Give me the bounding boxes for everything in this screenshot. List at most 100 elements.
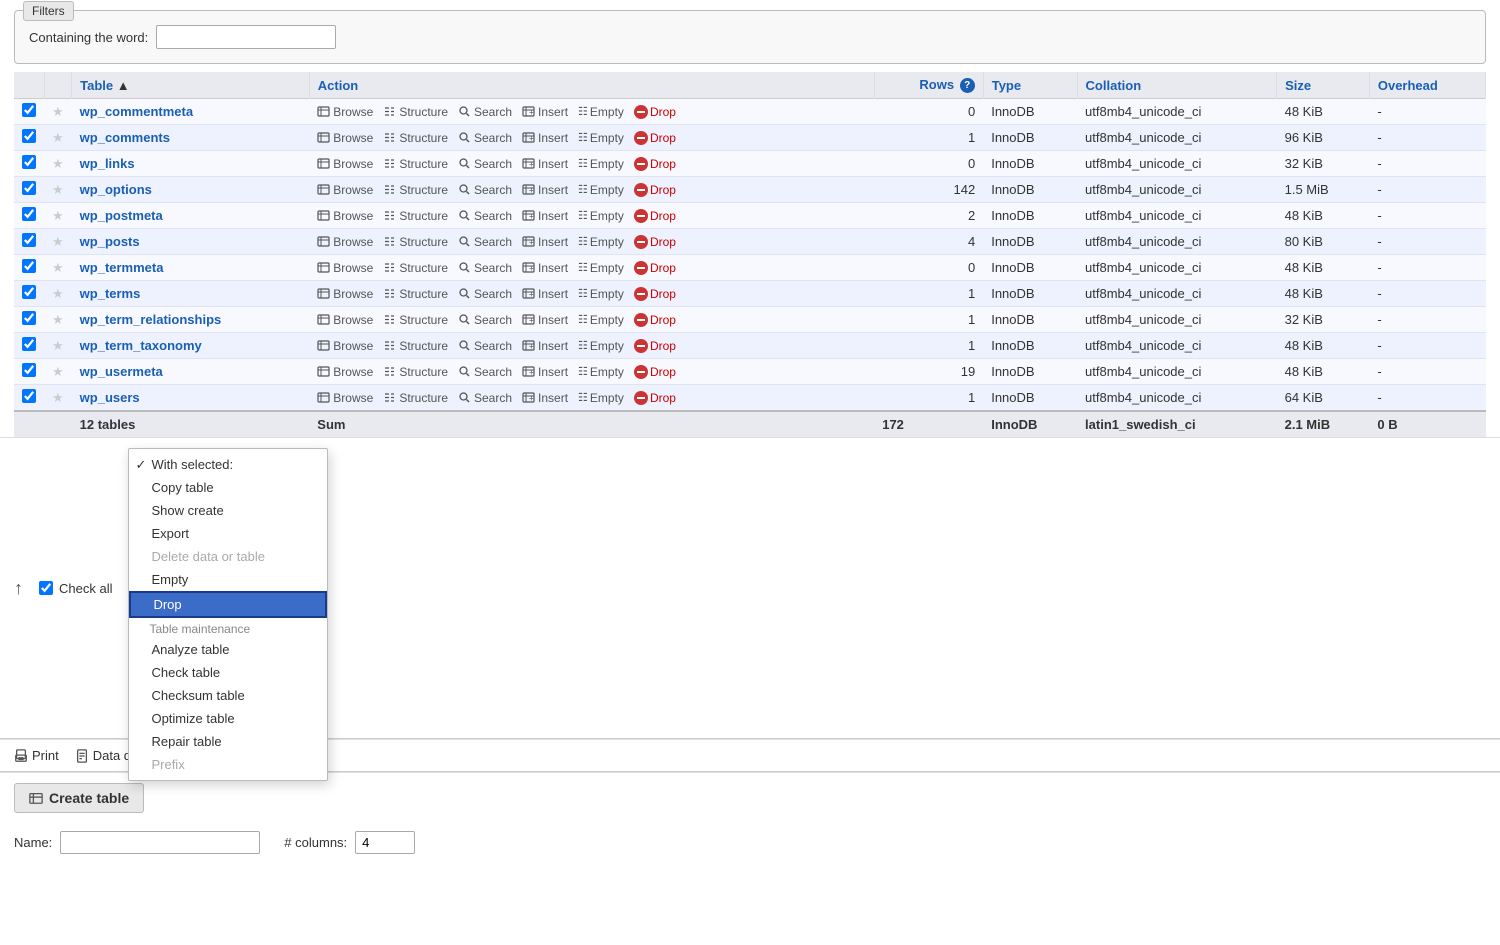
row-checkbox[interactable] bbox=[22, 259, 36, 273]
action-search[interactable]: Search bbox=[458, 209, 512, 223]
action-browse[interactable]: Browse bbox=[317, 365, 373, 379]
action-structure[interactable]: Structure bbox=[383, 287, 448, 301]
star-icon[interactable]: ★ bbox=[52, 338, 64, 353]
create-table-button[interactable]: Create table bbox=[14, 783, 144, 813]
action-search[interactable]: Search bbox=[458, 287, 512, 301]
action-search[interactable]: Search bbox=[458, 105, 512, 119]
col-table[interactable]: Table ▲ bbox=[72, 72, 310, 99]
action-insert[interactable]: +Insert bbox=[522, 287, 568, 301]
table-name-link[interactable]: wp_users bbox=[80, 390, 140, 405]
dropdown-item-repair-table[interactable]: Repair table bbox=[129, 730, 327, 753]
action-drop[interactable]: Drop bbox=[634, 261, 676, 275]
action-structure[interactable]: Structure bbox=[383, 131, 448, 145]
table-name-link[interactable]: wp_postmeta bbox=[80, 208, 163, 223]
action-insert[interactable]: +Insert bbox=[522, 261, 568, 275]
table-name-link[interactable]: wp_commentmeta bbox=[80, 104, 193, 119]
action-drop[interactable]: Drop bbox=[634, 131, 676, 145]
row-checkbox[interactable] bbox=[22, 285, 36, 299]
filters-input[interactable] bbox=[156, 25, 336, 49]
table-name-link[interactable]: wp_terms bbox=[80, 286, 141, 301]
action-browse[interactable]: Browse bbox=[317, 183, 373, 197]
check-all-checkbox[interactable] bbox=[39, 581, 53, 595]
action-insert[interactable]: +Insert bbox=[522, 105, 568, 119]
action-search[interactable]: Search bbox=[458, 157, 512, 171]
table-name-link[interactable]: wp_termmeta bbox=[80, 260, 164, 275]
star-icon[interactable]: ★ bbox=[52, 390, 64, 405]
row-checkbox[interactable] bbox=[22, 207, 36, 221]
action-insert[interactable]: +Insert bbox=[522, 157, 568, 171]
print-link[interactable]: Print bbox=[14, 748, 59, 763]
action-empty[interactable]: ☷ Empty bbox=[578, 261, 624, 275]
star-icon[interactable]: ★ bbox=[52, 130, 64, 145]
action-structure[interactable]: Structure bbox=[383, 183, 448, 197]
action-empty[interactable]: ☷ Empty bbox=[578, 131, 624, 145]
dropdown-item-show-create[interactable]: Show create bbox=[129, 499, 327, 522]
action-insert[interactable]: +Insert bbox=[522, 235, 568, 249]
action-search[interactable]: Search bbox=[458, 261, 512, 275]
row-checkbox[interactable] bbox=[22, 389, 36, 403]
action-structure[interactable]: Structure bbox=[383, 339, 448, 353]
dropdown-item-optimize-table[interactable]: Optimize table bbox=[129, 707, 327, 730]
name-input[interactable] bbox=[60, 831, 260, 854]
action-search[interactable]: Search bbox=[458, 131, 512, 145]
row-checkbox[interactable] bbox=[22, 233, 36, 247]
dropdown-item-check-table[interactable]: Check table bbox=[129, 661, 327, 684]
action-empty[interactable]: ☷ Empty bbox=[578, 183, 624, 197]
action-structure[interactable]: Structure bbox=[383, 157, 448, 171]
action-drop[interactable]: Drop bbox=[634, 287, 676, 301]
action-browse[interactable]: Browse bbox=[317, 287, 373, 301]
star-icon[interactable]: ★ bbox=[52, 364, 64, 379]
action-browse[interactable]: Browse bbox=[317, 235, 373, 249]
action-browse[interactable]: Browse bbox=[317, 105, 373, 119]
row-checkbox[interactable] bbox=[22, 155, 36, 169]
action-browse[interactable]: Browse bbox=[317, 391, 373, 405]
action-insert[interactable]: +Insert bbox=[522, 391, 568, 405]
action-drop[interactable]: Drop bbox=[634, 157, 676, 171]
action-drop[interactable]: Drop bbox=[634, 209, 676, 223]
dropdown-item-drop[interactable]: Drop bbox=[129, 591, 327, 618]
table-name-link[interactable]: wp_term_relationships bbox=[80, 312, 222, 327]
action-search[interactable]: Search bbox=[458, 183, 512, 197]
action-empty[interactable]: ☷ Empty bbox=[578, 339, 624, 353]
action-search[interactable]: Search bbox=[458, 313, 512, 327]
action-structure[interactable]: Structure bbox=[383, 365, 448, 379]
dropdown-item-checksum-table[interactable]: Checksum table bbox=[129, 684, 327, 707]
action-browse[interactable]: Browse bbox=[317, 313, 373, 327]
action-insert[interactable]: +Insert bbox=[522, 131, 568, 145]
row-checkbox[interactable] bbox=[22, 337, 36, 351]
action-search[interactable]: Search bbox=[458, 235, 512, 249]
action-insert[interactable]: +Insert bbox=[522, 183, 568, 197]
row-checkbox[interactable] bbox=[22, 181, 36, 195]
action-structure[interactable]: Structure bbox=[383, 261, 448, 275]
action-browse[interactable]: Browse bbox=[317, 157, 373, 171]
row-checkbox[interactable] bbox=[22, 103, 36, 117]
action-drop[interactable]: Drop bbox=[634, 339, 676, 353]
action-search[interactable]: Search bbox=[458, 391, 512, 405]
action-insert[interactable]: +Insert bbox=[522, 313, 568, 327]
action-insert[interactable]: +Insert bbox=[522, 365, 568, 379]
action-empty[interactable]: ☷ Empty bbox=[578, 105, 624, 119]
table-name-link[interactable]: wp_term_taxonomy bbox=[80, 338, 202, 353]
action-empty[interactable]: ☷ Empty bbox=[578, 235, 624, 249]
table-name-link[interactable]: wp_links bbox=[80, 156, 135, 171]
action-structure[interactable]: Structure bbox=[383, 209, 448, 223]
action-search[interactable]: Search bbox=[458, 339, 512, 353]
action-empty[interactable]: ☷ Empty bbox=[578, 157, 624, 171]
dropdown-item-empty[interactable]: Empty bbox=[129, 568, 327, 591]
action-insert[interactable]: +Insert bbox=[522, 209, 568, 223]
star-icon[interactable]: ★ bbox=[52, 104, 64, 119]
action-empty[interactable]: ☷ Empty bbox=[578, 209, 624, 223]
action-browse[interactable]: Browse bbox=[317, 131, 373, 145]
action-drop[interactable]: Drop bbox=[634, 105, 676, 119]
action-drop[interactable]: Drop bbox=[634, 183, 676, 197]
scroll-up-icon[interactable]: ↑ bbox=[14, 578, 23, 599]
dropdown-item-export[interactable]: Export bbox=[129, 522, 327, 545]
action-drop[interactable]: Drop bbox=[634, 235, 676, 249]
action-empty[interactable]: ☷ Empty bbox=[578, 365, 624, 379]
action-search[interactable]: Search bbox=[458, 365, 512, 379]
table-name-link[interactable]: wp_usermeta bbox=[80, 364, 163, 379]
star-icon[interactable]: ★ bbox=[52, 286, 64, 301]
action-drop[interactable]: Drop bbox=[634, 391, 676, 405]
action-drop[interactable]: Drop bbox=[634, 313, 676, 327]
star-icon[interactable]: ★ bbox=[52, 156, 64, 171]
